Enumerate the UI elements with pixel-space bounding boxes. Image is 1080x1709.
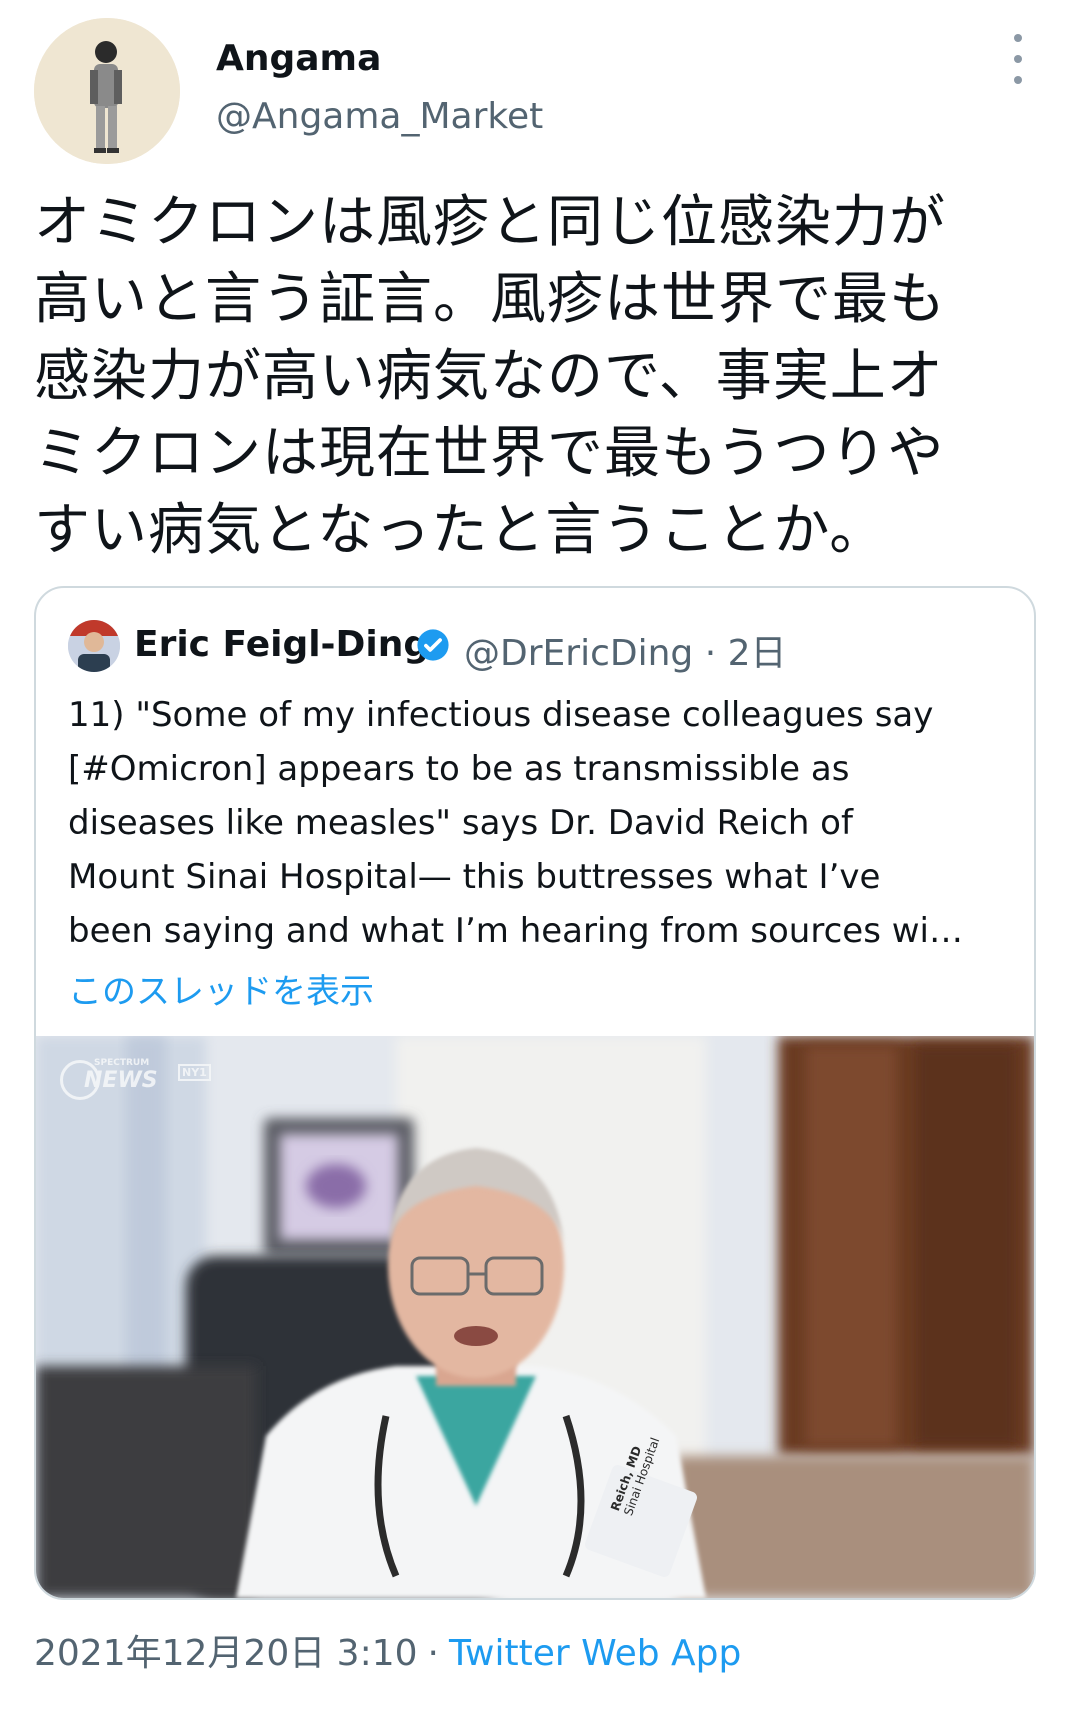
quoted-handle-and-time: @DrEricDing · 2日: [464, 633, 787, 674]
more-dot-icon: [1014, 34, 1022, 42]
tweet-meta: 2021年12月20日 3:10 · Twitter Web App: [34, 1624, 741, 1676]
quoted-text-line: 11) "Some of my infectious disease colle…: [68, 695, 934, 735]
quoted-text-line: been saying and what I’m hearing from so…: [68, 911, 963, 951]
watermark-text: NEWS: [84, 1068, 158, 1093]
spectrum-news-watermark: SPECTRUM NEWS NY1: [60, 1058, 211, 1104]
quoted-avatar-portrait: [68, 620, 120, 672]
quoted-tweet-text: 11) "Some of my infectious disease colle…: [68, 688, 1008, 958]
meta-separator: ·: [427, 1633, 439, 1674]
quoted-display-name[interactable]: Eric Feigl-Ding: [134, 624, 429, 665]
quoted-text-line: diseases like measles" says Dr. David Re…: [68, 803, 853, 843]
video-scene: [36, 1036, 1034, 1598]
quoted-tweet-header: Eric Feigl-Ding @DrEricDing · 2日: [36, 588, 1034, 674]
tweet-text-line: オミクロンは風疹と同じ位感染力が: [34, 190, 946, 255]
avatar[interactable]: [34, 18, 180, 164]
tweet-text: オミクロンは風疹と同じ位感染力が 高いと言う証言。風疹は世界で最も 感染力が高い…: [34, 184, 1044, 569]
verified-badge-icon: [417, 629, 449, 661]
tweet-text-line: 高いと言う証言。風疹は世界で最も: [34, 267, 946, 332]
video-thumbnail[interactable]: SPECTRUM NEWS NY1 Reich, MD Sinai Hospit…: [36, 1036, 1034, 1598]
quoted-text-line: [#Omicron] appears to be as transmissibl…: [68, 749, 850, 789]
watermark-channel: NY1: [178, 1064, 211, 1081]
more-dot-icon: [1014, 55, 1022, 63]
more-dot-icon: [1014, 76, 1022, 84]
source-link[interactable]: Twitter Web App: [449, 1633, 741, 1674]
show-thread-link[interactable]: このスレッドを表示: [68, 964, 374, 1013]
display-name[interactable]: Angama: [216, 38, 381, 79]
user-handle[interactable]: @Angama_Market: [216, 96, 543, 137]
quoted-tweet-card[interactable]: Eric Feigl-Ding @DrEricDing · 2日 11) "So…: [34, 586, 1036, 1600]
tweet-text-line: すい病気となったと言うことか。: [34, 498, 887, 563]
quoted-text-line: Mount Sinai Hospital— this buttresses wh…: [68, 857, 881, 897]
quoted-avatar[interactable]: [68, 620, 120, 672]
watermark-top-text: SPECTRUM: [94, 1058, 150, 1068]
tweet-header: Angama @Angama_Market: [0, 0, 1080, 170]
timestamp[interactable]: 2021年12月20日 3:10: [34, 1633, 418, 1674]
tweet-text-line: ミクロンは現在世界で最もうつりや: [34, 421, 945, 486]
avatar-figure-illustration: [34, 18, 180, 164]
more-options-button[interactable]: [1000, 34, 1036, 84]
tweet-text-line: 感染力が高い病気なので、事実上オ: [34, 344, 944, 409]
